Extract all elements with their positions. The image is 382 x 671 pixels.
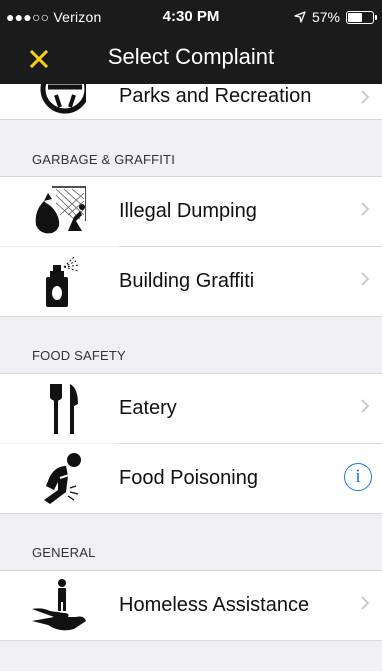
- list-item-label: Illegal Dumping: [119, 200, 257, 222]
- section-header-general: GENERAL: [32, 545, 96, 560]
- list-item-food-poisoning[interactable]: Food Poisoning i: [0, 444, 382, 513]
- helping-hand-icon: [32, 579, 86, 631]
- park-bench-icon: [40, 84, 86, 114]
- list-item-parks-and-recreation[interactable]: Parks and Recreation: [0, 84, 382, 119]
- list-item-label: Building Graffiti: [119, 270, 255, 292]
- chevron-right-icon: [361, 202, 370, 216]
- status-right: 57%: [294, 9, 377, 25]
- dumping-icon: [35, 186, 86, 234]
- complaint-list[interactable]: Parks and Recreation GARBAGE & GRAFFITI …: [0, 84, 382, 671]
- list-item-label: Homeless Assistance: [119, 594, 310, 616]
- list-item-label: Food Poisoning: [119, 467, 258, 489]
- chevron-right-icon: [361, 399, 370, 413]
- battery-fill: [348, 12, 362, 22]
- chevron-right-icon: [361, 596, 370, 610]
- list-item-building-graffiti[interactable]: Building Graffiti: [0, 247, 382, 316]
- status-bar: ●●●○○ Verizon 4:30 PM 57%: [0, 0, 382, 34]
- list-item-label: Parks and Recreation: [119, 85, 312, 107]
- divider: [0, 316, 382, 317]
- fork-knife-icon: [50, 384, 78, 434]
- info-button[interactable]: i: [344, 463, 372, 491]
- chevron-right-icon: [361, 90, 370, 104]
- divider: [0, 119, 382, 120]
- navigation-bar: Select Complaint: [0, 34, 382, 84]
- section-header-garbage-graffiti: GARBAGE & GRAFFITI: [32, 152, 176, 167]
- divider: [0, 640, 382, 641]
- list-item-eatery[interactable]: Eatery: [0, 374, 382, 443]
- list-item-label: Eatery: [119, 397, 177, 419]
- sick-person-icon: [44, 453, 81, 504]
- list-item-illegal-dumping[interactable]: Illegal Dumping: [0, 177, 382, 246]
- page-title: Select Complaint: [107, 44, 275, 69]
- location-arrow-icon: [294, 11, 306, 23]
- spray-can-icon: [46, 256, 81, 307]
- battery-icon: [346, 10, 377, 24]
- battery-percent: 57%: [311, 9, 340, 25]
- list-item-homeless-assistance[interactable]: Homeless Assistance: [0, 571, 382, 640]
- divider: [0, 513, 382, 514]
- section-header-food-safety: FOOD SAFETY: [32, 348, 126, 363]
- chevron-right-icon: [361, 272, 370, 286]
